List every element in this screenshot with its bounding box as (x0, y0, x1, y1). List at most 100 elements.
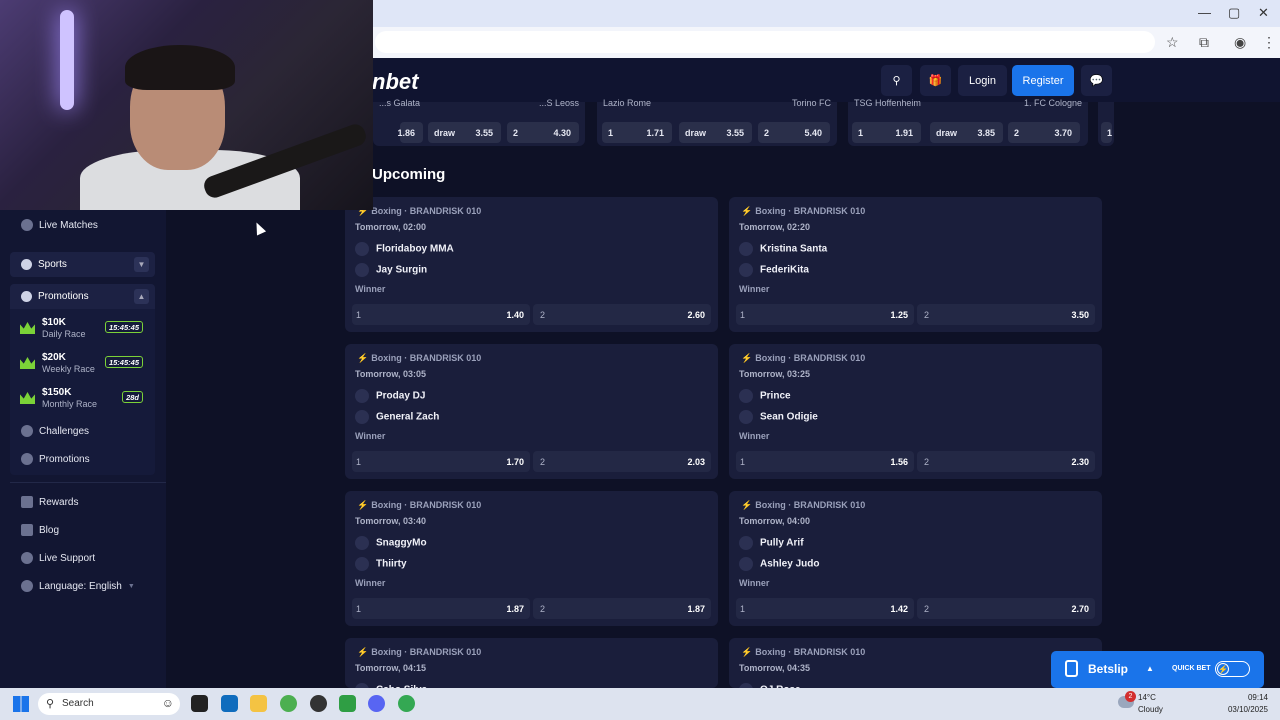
odds-value: 3.55 (726, 128, 744, 138)
taskbar-search[interactable]: ⚲ Search ☺ (38, 693, 180, 715)
match-league: ⚡ Boxing · BRANDRISK 010 (741, 206, 865, 217)
odds-value: 1.25 (890, 310, 908, 320)
puzzle-icon[interactable]: ⧉ (1199, 34, 1209, 51)
odds-button[interactable]: 1 1.71 (602, 122, 672, 143)
odds-label: 2 (540, 310, 546, 320)
team-row[interactable]: FederiKita (739, 263, 809, 277)
odds-button[interactable]: 1 1.91 (852, 122, 921, 143)
search-button[interactable]: ⚲ (881, 65, 912, 96)
sidebar-item-rewards[interactable]: Rewards (10, 490, 154, 514)
chevron-up-icon[interactable]: ▲ (134, 289, 149, 304)
chevron-down-icon[interactable]: ▼ (134, 257, 149, 272)
race-item[interactable]: $20K Weekly Race 15:45:45 (10, 351, 155, 377)
team-name: Floridaboy MMA (376, 243, 454, 255)
odds-button[interactable]: 2 2.30 (917, 451, 1095, 472)
quick-bet-toggle[interactable]: ⚡ (1215, 661, 1250, 677)
team-row[interactable]: Pully Arif (739, 536, 804, 550)
odds-button[interactable]: 1 1.87 (352, 598, 530, 619)
odds-button[interactable]: 1 1.25 (736, 304, 914, 325)
market-label: Winner (355, 431, 386, 441)
team-row[interactable]: Sean Odigie (739, 410, 818, 424)
team-row[interactable]: Thiirty (355, 557, 407, 571)
odds-button[interactable]: 2 2.70 (917, 598, 1095, 619)
odds-label: 1 (740, 604, 746, 614)
url-input[interactable] (375, 31, 1155, 53)
sidebar-item-live-support[interactable]: Live Support (10, 546, 154, 570)
maximize-button[interactable]: ▢ (1228, 5, 1240, 21)
team-row[interactable]: Prince (739, 389, 791, 403)
odds-button[interactable]: 1 1.42 (736, 598, 914, 619)
odds-button[interactable]: draw 3.55 (679, 122, 752, 143)
task-view-icon[interactable] (191, 695, 208, 712)
race-item[interactable]: $10K Daily Race 15:45:45 (10, 316, 155, 342)
browser-menu-icon[interactable]: ⋮ (1262, 34, 1276, 51)
odds-label: 1 (1107, 128, 1113, 138)
team-name: ...s Galata (379, 98, 421, 108)
odds-button[interactable]: draw 3.55 (428, 122, 501, 143)
odds-button[interactable]: 2 5.40 (758, 122, 830, 143)
odds-button[interactable]: 1 1.56 (736, 451, 914, 472)
clock-time[interactable]: 09:14 (1248, 693, 1268, 702)
sidebar-item-live-matches[interactable]: Live Matches (10, 213, 154, 237)
register-button[interactable]: Register (1012, 65, 1074, 96)
odds-label: 1 (356, 604, 362, 614)
odds-button[interactable]: draw 3.85 (930, 122, 1003, 143)
discord-icon[interactable] (368, 695, 385, 712)
clock-date[interactable]: 03/10/2025 (1228, 705, 1268, 714)
login-button[interactable]: Login (958, 65, 1007, 96)
league-label: Boxing · BRANDRISK 010 (371, 500, 482, 510)
team-row[interactable]: General Zach (355, 410, 439, 424)
broadcast-icon (21, 219, 33, 231)
tag-icon (21, 453, 33, 465)
odds-button[interactable]: 2 3.50 (917, 304, 1095, 325)
app-icon[interactable] (310, 695, 327, 712)
star-icon[interactable]: ☆ (1166, 34, 1179, 51)
folder-icon[interactable] (250, 695, 267, 712)
odds-button[interactable]: 1 1.70 (352, 451, 530, 472)
odds-button[interactable]: 1.86 (397, 122, 423, 143)
language-selector[interactable]: Language: English ▼ (10, 574, 154, 598)
windows-start-icon[interactable] (13, 696, 29, 712)
globe-icon (21, 580, 33, 592)
team-icon (739, 242, 753, 256)
sidebar-item-challenges[interactable]: Challenges (10, 419, 154, 443)
sidebar-item-label: Sports (38, 259, 67, 270)
team-icon (739, 410, 753, 424)
team-row[interactable]: Jay Surgin (355, 263, 427, 277)
odds-button[interactable]: 2 1.87 (533, 598, 711, 619)
store-icon[interactable] (221, 695, 238, 712)
minimize-button[interactable]: — (1198, 5, 1211, 20)
profile-icon[interactable]: ◉ (1234, 34, 1246, 51)
team-row[interactable]: Proday DJ (355, 389, 425, 403)
ball-icon (21, 259, 32, 270)
match-card: ⚡ Boxing · BRANDRISK 010 Tomorrow, 03:40 Sn… (345, 491, 718, 626)
odds-button[interactable]: 2 3.70 (1008, 122, 1080, 143)
team-icon (739, 557, 753, 571)
sidebar-item-blog[interactable]: Blog (10, 518, 154, 542)
chrome-active-icon[interactable] (398, 695, 415, 712)
sidebar-item-label: Challenges (39, 425, 90, 437)
team-name: Kristina Santa (760, 243, 828, 255)
odds-button[interactable]: 2 2.03 (533, 451, 711, 472)
gift-button[interactable]: 🎁 (920, 65, 951, 96)
chat-button[interactable]: 💬 (1081, 65, 1112, 96)
chrome-icon[interactable] (280, 695, 297, 712)
team-row[interactable]: SnaggyMo (355, 536, 427, 550)
sidebar-item-promotions[interactable]: Promotions (10, 447, 154, 471)
race-item[interactable]: $150K Monthly Race 28d (10, 386, 155, 412)
team-row[interactable]: Floridaboy MMA (355, 242, 454, 256)
close-window-button[interactable]: ✕ (1258, 5, 1269, 21)
site-logo[interactable]: nbet (372, 69, 418, 95)
sidebar-item-promotions-header[interactable]: Promotions ▲ (10, 284, 155, 309)
team-row[interactable]: Kristina Santa (739, 242, 827, 256)
chevron-up-icon[interactable]: ▲ (1146, 664, 1154, 673)
team-row[interactable]: Ashley Judo (739, 557, 819, 571)
odds-button[interactable]: 2 4.30 (507, 122, 579, 143)
sidebar-item-sports[interactable]: Sports ▼ (10, 252, 155, 277)
odds-button[interactable]: 1 1.40 (352, 304, 530, 325)
odds-value: 2.03 (687, 457, 705, 467)
odds-button[interactable]: 1 (1101, 122, 1112, 143)
spreadsheet-icon[interactable] (339, 695, 356, 712)
odds-button[interactable]: 2 2.60 (533, 304, 711, 325)
betslip-bar[interactable]: Betslip ▲ QUICK BET ⚡ (1051, 651, 1264, 688)
